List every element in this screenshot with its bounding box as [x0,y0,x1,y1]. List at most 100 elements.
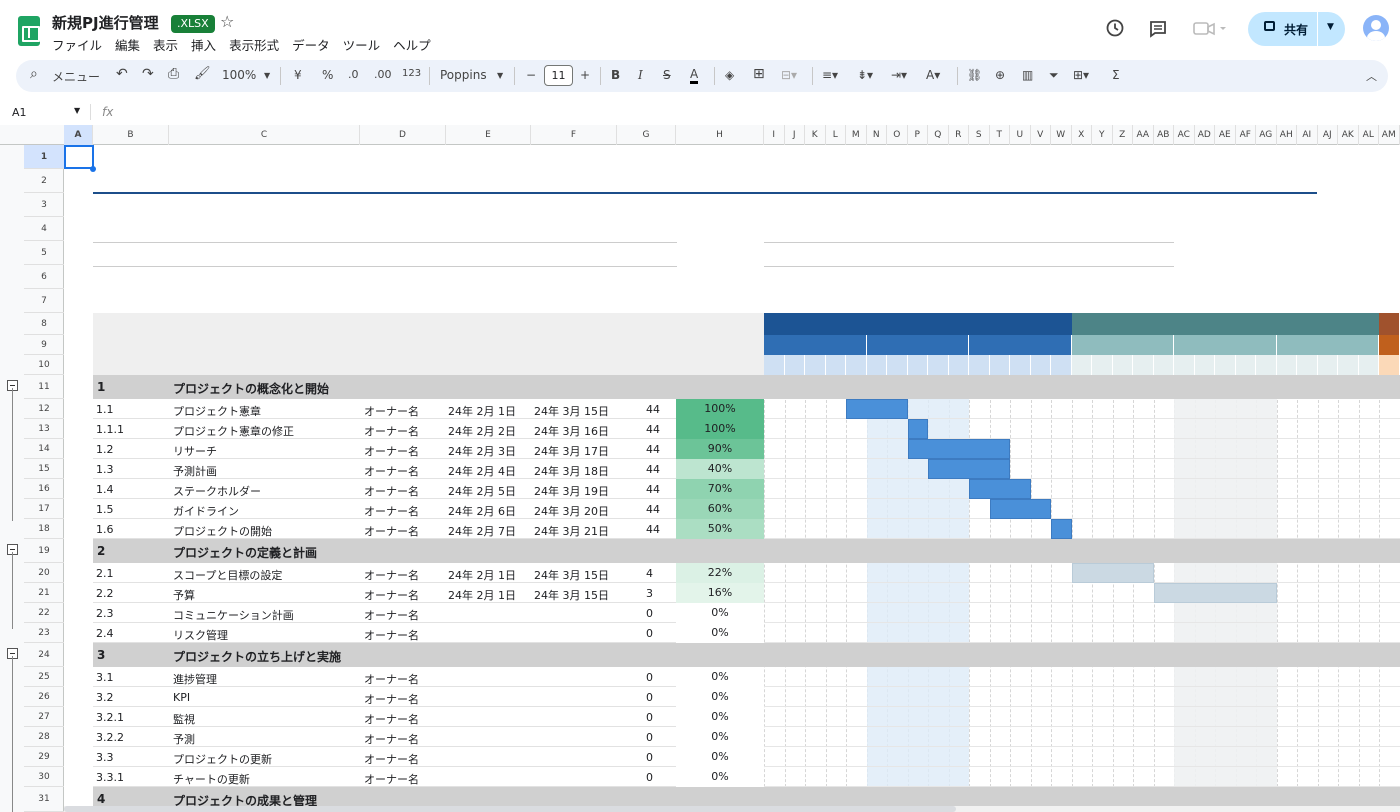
gantt-bar[interactable] [907,439,1010,459]
selection-handle[interactable] [90,166,96,172]
column-header[interactable]: V [1031,125,1051,145]
column-header[interactable]: AM [1379,125,1400,145]
column-header[interactable]: W [1051,125,1072,145]
section-row[interactable]: 2 プロジェクトの定義と計画 [93,539,1400,563]
column-header[interactable]: AE [1215,125,1236,145]
table-row[interactable]: 1.1.1 プロジェクト憲章の修正 オーナー名 24年 2月 2日 24年 3月 16日… [93,419,764,439]
table-row[interactable]: 3.2 KPI オーナー名 0 0% [93,687,764,707]
row-header[interactable]: 27 [24,707,64,727]
column-header[interactable]: H [676,125,764,145]
table-row[interactable]: 3.2.1 監視 オーナー名 0 0% [93,707,764,727]
table-row[interactable]: 1.3 予測計画 オーナー名 24年 2月 4日 24年 3月 18日 44 40% [93,459,764,479]
section-row[interactable]: 3 プロジェクトの立ち上げと実施 [93,643,1400,667]
table-row[interactable]: 3.2.2 予測 オーナー名 0 0% [93,727,764,747]
column-header[interactable]: M [846,125,867,145]
row-header[interactable]: 10 [24,355,64,375]
selected-cell[interactable] [64,145,94,169]
row-header[interactable]: 28 [24,727,64,747]
gantt-bar[interactable] [1153,583,1277,603]
column-header[interactable]: X [1072,125,1092,145]
column-header[interactable]: AJ [1318,125,1338,145]
column-header[interactable]: AG [1256,125,1277,145]
column-header[interactable]: AD [1195,125,1215,145]
column-header[interactable]: AK [1338,125,1359,145]
row-header[interactable]: 7 [24,289,64,313]
scrollbar-thumb[interactable] [64,806,956,812]
row-header[interactable]: 16 [24,479,64,499]
column-header[interactable]: AC [1174,125,1195,145]
row-header[interactable]: 20 [24,563,64,583]
column-header[interactable]: P [908,125,928,145]
column-header[interactable]: AH [1277,125,1297,145]
row-header[interactable]: 29 [24,747,64,767]
table-row[interactable]: 3.1 進捗管理 オーナー名 0 0% [93,667,764,687]
column-header[interactable]: AF [1236,125,1256,145]
column-header[interactable]: G [617,125,676,145]
row-header[interactable]: 9 [24,335,64,355]
gantt-bar[interactable] [928,459,1010,479]
row-header[interactable]: 11 [24,375,64,399]
column-header[interactable]: E [446,125,531,145]
row-header[interactable]: 5 [24,241,64,265]
gantt-bar[interactable] [1071,563,1154,583]
table-row[interactable]: 2.2 予算 オーナー名 24年 2月 1日 24年 3月 15日 3 16% [93,583,764,603]
row-header[interactable]: 25 [24,667,64,687]
row-header[interactable]: 18 [24,519,64,539]
table-row[interactable]: 1.4 ステークホルダー オーナー名 24年 2月 5日 24年 3月 19日 44 70% [93,479,764,499]
column-header[interactable]: S [969,125,990,145]
table-row[interactable]: 2.1 スコープと目標の設定 オーナー名 24年 2月 1日 24年 3月 15日 4 22… [93,563,764,583]
column-header[interactable]: I [764,125,785,145]
row-header[interactable]: 23 [24,623,64,643]
table-row[interactable]: 3.3.1 チャートの更新 オーナー名 0 0% [93,767,764,787]
table-row[interactable]: 1.5 ガイドライン オーナー名 24年 2月 6日 24年 3月 20日 44 60% [93,499,764,519]
column-header[interactable]: T [990,125,1010,145]
row-header[interactable]: 17 [24,499,64,519]
column-header[interactable]: AL [1359,125,1379,145]
gantt-bar[interactable] [1051,519,1072,539]
gantt-bar[interactable] [989,499,1051,519]
column-header[interactable]: F [531,125,617,145]
sheet-grid[interactable]: A B C D E F G H I J K L M N O P Q R S T U V W X Y Z AA AB AC AD AE AF AG… [0,0,1400,812]
gantt-bar[interactable] [846,399,908,419]
column-header[interactable]: U [1010,125,1031,145]
table-row[interactable]: 3.3 プロジェクトの更新 オーナー名 0 0% [93,747,764,767]
row-header[interactable]: 13 [24,419,64,439]
row-header[interactable]: 3 [24,193,64,217]
table-row[interactable]: 1.6 プロジェクトの開始 オーナー名 24年 2月 7日 24年 3月 21日 44 50… [93,519,764,539]
row-header[interactable]: 8 [24,313,64,335]
row-header[interactable]: 14 [24,439,64,459]
row-header[interactable]: 30 [24,767,64,787]
gantt-bar[interactable] [969,479,1031,499]
column-header[interactable]: A [64,125,93,145]
column-header[interactable]: AB [1154,125,1174,145]
gantt-bar[interactable] [907,419,928,439]
section-row[interactable]: 1 プロジェクトの概念化と開始 [93,375,1400,399]
table-row[interactable]: 2.3 コミュニケーション計画 オーナー名 0 0% [93,603,764,623]
row-header[interactable]: 12 [24,399,64,419]
row-header[interactable]: 19 [24,539,64,563]
column-header[interactable]: L [826,125,846,145]
column-header[interactable]: Q [928,125,949,145]
table-row[interactable]: 2.4 リスク管理 オーナー名 0 0% [93,623,764,643]
table-row[interactable]: 1.1 プロジェクト憲章 オーナー名 24年 2月 1日 24年 3月 15日 44 100… [93,399,764,419]
column-header[interactable]: AA [1133,125,1154,145]
column-header[interactable]: O [887,125,908,145]
row-header[interactable]: 4 [24,217,64,241]
row-header[interactable]: 1 [24,145,64,169]
column-header[interactable]: B [93,125,169,145]
column-header[interactable]: R [949,125,969,145]
column-header[interactable]: K [805,125,826,145]
row-header[interactable]: 31 [24,787,64,812]
row-header[interactable]: 21 [24,583,64,603]
column-header[interactable]: Y [1092,125,1113,145]
row-header[interactable]: 24 [24,643,64,667]
row-header[interactable]: 22 [24,603,64,623]
table-row[interactable]: 1.2 リサーチ オーナー名 24年 2月 3日 24年 3月 17日 44 90% [93,439,764,459]
column-header[interactable]: C [169,125,360,145]
row-header[interactable]: 2 [24,169,64,193]
row-header[interactable]: 26 [24,687,64,707]
column-header[interactable]: D [360,125,446,145]
column-header[interactable]: AI [1297,125,1318,145]
column-header[interactable]: N [867,125,887,145]
column-header[interactable]: J [785,125,805,145]
